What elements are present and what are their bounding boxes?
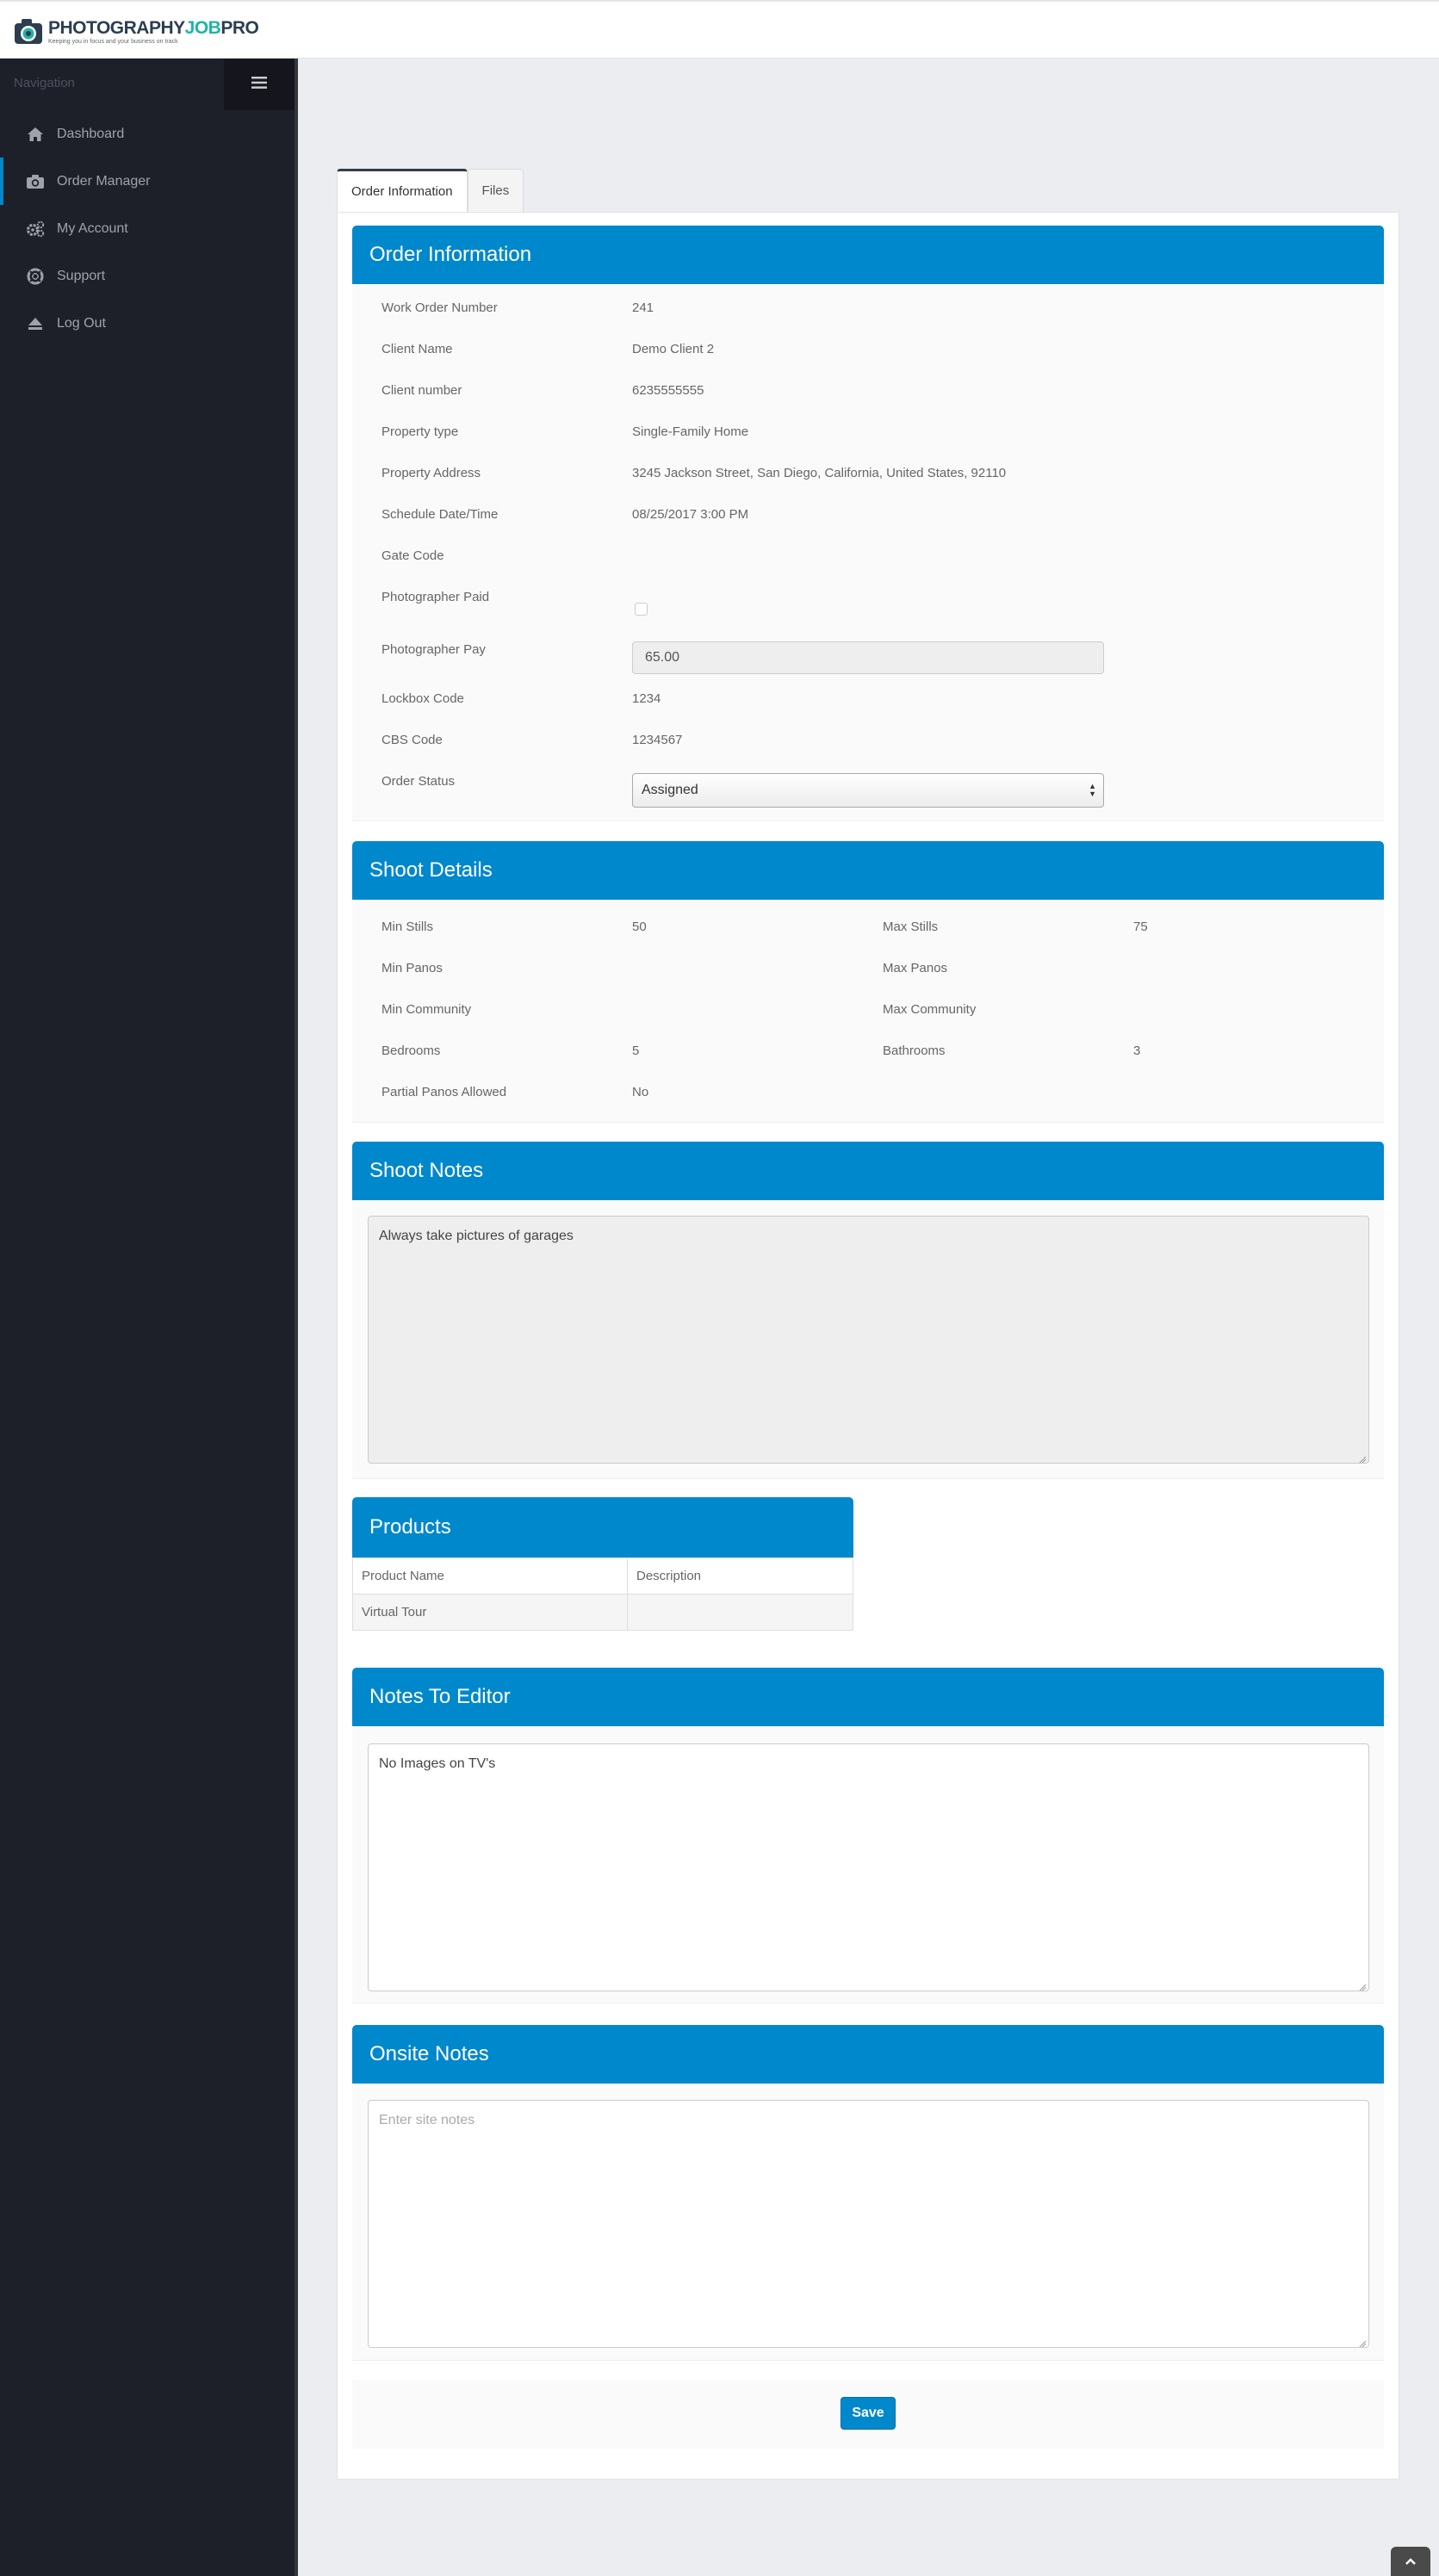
table-row: Virtual Tour — [352, 1594, 853, 1631]
tab-files[interactable]: Files — [467, 169, 524, 212]
sidebar: Navigation Dashboard Order Manager My Ac… — [0, 59, 298, 2576]
schedule-label: Schedule Date/Time — [381, 507, 499, 522]
property-type-label: Property type — [381, 424, 459, 439]
gate-code-label: Gate Code — [381, 548, 444, 563]
onsite-notes-header: Onsite Notes — [352, 2025, 1384, 2084]
max-stills-label: Max Stills — [883, 920, 939, 934]
bathrooms-value: 3 — [1133, 1043, 1141, 1058]
max-stills-value: 75 — [1133, 920, 1148, 934]
client-number-label: Client number — [381, 383, 462, 398]
save-button[interactable]: Save — [840, 2397, 896, 2430]
products-table: Product Name Description Virtual Tour — [352, 1557, 853, 1631]
camera-logo-icon — [12, 15, 45, 48]
shoot-details-header: Shoot Details — [352, 841, 1384, 900]
partial-panos-value: No — [632, 1085, 649, 1099]
sidebar-item-log-out[interactable]: Log Out — [0, 300, 295, 347]
lockbox-code-value: 1234 — [632, 691, 661, 706]
schedule-value: 08/25/2017 3:00 PM — [632, 507, 749, 522]
resize-grip-icon[interactable] — [1358, 1980, 1367, 1991]
shoot-notes-text: Always take pictures of garages — [379, 1229, 574, 1243]
sidebar-item-label: Order Manager — [57, 173, 151, 189]
logo[interactable]: PHOTOGRAPHYJOBPRO Keeping you in focus a… — [12, 14, 259, 50]
min-stills-value: 50 — [632, 920, 647, 934]
sidebar-item-my-account[interactable]: My Account — [0, 205, 295, 252]
order-status-select[interactable]: Assigned ▲ ▼ — [632, 773, 1104, 808]
order-tabs: Order Information Files — [337, 169, 524, 212]
cbs-code-value: 1234567 — [632, 733, 683, 747]
sidebar-item-label: Dashboard — [57, 126, 125, 141]
bedrooms-label: Bedrooms — [381, 1043, 441, 1058]
work-order-number-value: 241 — [632, 300, 654, 315]
menu-toggle-button[interactable] — [224, 59, 295, 110]
resize-grip-icon[interactable] — [1358, 1452, 1367, 1464]
property-address-value: 3245 Jackson Street, San Diego, Californ… — [632, 466, 1007, 480]
logo-prefix: PHOTOGRAPHY — [48, 17, 185, 38]
resize-grip-icon[interactable] — [1358, 2337, 1367, 2348]
logo-tagline: Keeping you in focus and your business o… — [48, 38, 178, 45]
notes-to-editor-textarea[interactable]: No Images on TV's — [368, 1743, 1369, 1991]
min-stills-label: Min Stills — [381, 920, 434, 934]
photographer-paid-checkbox[interactable] — [635, 603, 648, 616]
max-community-label: Max Community — [883, 1002, 977, 1017]
work-order-number-label: Work Order Number — [381, 300, 498, 315]
notes-to-editor-header: Notes To Editor — [352, 1668, 1384, 1726]
client-name-label: Client Name — [381, 342, 453, 356]
eject-icon — [26, 314, 45, 333]
shoot-notes-header: Shoot Notes — [352, 1142, 1384, 1200]
nav-title: Navigation — [14, 76, 75, 90]
product-description-cell — [627, 1594, 853, 1631]
select-arrows-icon: ▲ ▼ — [1089, 782, 1096, 798]
gears-icon — [26, 220, 45, 238]
products-column-description: Description — [627, 1557, 853, 1595]
back-to-top-button[interactable] — [1391, 2547, 1430, 2576]
order-information-body: Work Order Number 241 Client Name Demo C… — [352, 284, 1384, 821]
products-header: Products — [352, 1497, 853, 1557]
max-panos-label: Max Panos — [883, 961, 948, 975]
life-ring-icon — [26, 267, 45, 286]
sidebar-item-label: Log Out — [57, 315, 106, 331]
sidebar-item-dashboard[interactable]: Dashboard — [0, 110, 295, 158]
order-status-label: Order Status — [381, 774, 456, 789]
photographer-pay-label: Photographer Pay — [381, 642, 486, 657]
chevron-up-icon — [1405, 2554, 1417, 2569]
top-header: PHOTOGRAPHYJOBPRO Keeping you in focus a… — [0, 0, 1439, 59]
product-name-cell: Virtual Tour — [352, 1594, 628, 1631]
hamburger-icon — [251, 76, 267, 93]
lockbox-code-label: Lockbox Code — [381, 691, 464, 706]
camera-icon — [26, 172, 45, 191]
min-panos-label: Min Panos — [381, 961, 443, 975]
client-name-value: Demo Client 2 — [632, 342, 715, 356]
bedrooms-value: 5 — [632, 1043, 640, 1058]
cbs-code-label: CBS Code — [381, 733, 443, 747]
partial-panos-label: Partial Panos Allowed — [381, 1085, 507, 1099]
tab-order-information[interactable]: Order Information — [337, 169, 468, 212]
onsite-notes-placeholder: Enter site notes — [379, 2113, 475, 2127]
min-community-label: Min Community — [381, 1002, 472, 1017]
home-icon — [26, 125, 45, 144]
onsite-notes-textarea[interactable]: Enter site notes — [368, 2100, 1369, 2348]
logo-accent: JOB — [184, 17, 221, 38]
property-type-value: Single-Family Home — [632, 424, 749, 439]
order-status-selected: Assigned — [642, 783, 698, 797]
shoot-notes-textarea[interactable]: Always take pictures of garages — [368, 1216, 1369, 1464]
photographer-pay-input[interactable]: 65.00 — [632, 641, 1104, 674]
sidebar-item-order-manager[interactable]: Order Manager — [0, 158, 295, 205]
shoot-details-body: Min Stills 50 Max Stills 75 Min Panos Ma… — [352, 900, 1384, 1123]
sidebar-item-label: Support — [57, 268, 106, 283]
order-information-header: Order Information — [352, 226, 1384, 284]
client-number-value: 6235555555 — [632, 383, 704, 398]
sidebar-item-support[interactable]: Support — [0, 252, 295, 300]
photographer-paid-label: Photographer Paid — [381, 590, 490, 604]
logo-suffix: PRO — [220, 17, 259, 38]
products-column-name: Product Name — [352, 1557, 628, 1595]
sidebar-item-label: My Account — [57, 220, 128, 236]
notes-to-editor-text: No Images on TV's — [379, 1756, 496, 1771]
bathrooms-label: Bathrooms — [883, 1043, 946, 1058]
property-address-label: Property Address — [381, 466, 481, 480]
